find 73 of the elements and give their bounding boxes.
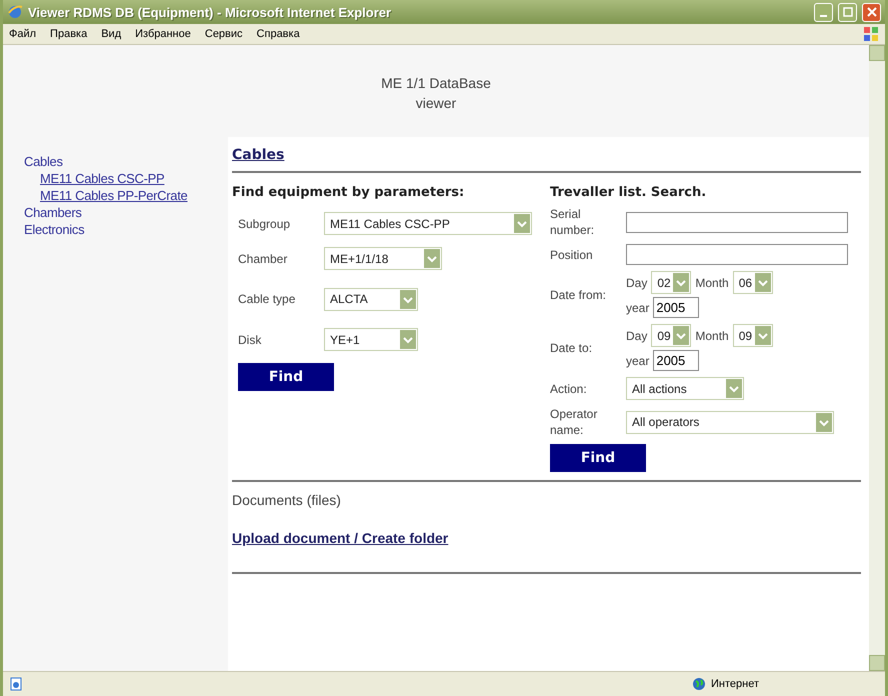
minimize-icon [820,15,827,17]
windows-logo-icon [863,26,879,42]
month-label: Month [695,276,729,290]
chevron-icon [754,273,771,292]
field-label: Date from: [550,286,608,302]
field-label: Operator name: [550,406,598,438]
year-label: year [626,300,650,314]
find-button[interactable]: Find [550,444,646,472]
subgroup-link[interactable]: ME11 Cables PP-PerCrate [24,187,228,204]
close-button[interactable] [862,2,881,22]
chevron-icon [816,412,832,432]
globe-icon [692,677,706,691]
find-button[interactable]: Find [238,363,334,391]
chevron-icon [726,379,742,398]
upload-link[interactable]: Upload document / Create folder [232,530,448,546]
day-dropdown[interactable]: 09 [651,324,692,347]
page-icon [9,677,23,691]
day-label: Day [626,276,648,290]
field-label: Subgroup [238,216,292,232]
documents-heading: Documents (files) [232,492,342,508]
section-heading: Find equipment by parameters: [232,185,466,200]
year-field[interactable]: 2005 [653,350,700,371]
menu-item[interactable]: Вид [101,28,122,40]
chevron-icon [673,326,690,345]
month-dropdown[interactable]: 06 [732,271,773,294]
month-dropdown[interactable]: 09 [732,324,773,347]
zone-label: Интернет [711,678,759,690]
category-item[interactable]: Chambers [24,204,228,221]
menu-item[interactable]: Правка [50,28,88,40]
minimize-button[interactable] [814,2,833,22]
input-field[interactable] [626,212,848,232]
scrollbar[interactable] [869,45,885,671]
field-label: Action: [550,380,588,396]
browser-icon [7,4,23,20]
dropdown[interactable]: YE+1 [324,328,418,351]
field-label: Position [550,246,594,262]
input-field[interactable] [626,244,848,265]
dropdown[interactable]: ME11 Cables CSC-PP [324,212,532,235]
close-icon [866,7,876,17]
window-title: Viewer RDMS DB (Equipment) - Microsoft Internet Explorer [28,4,392,20]
dropdown[interactable]: All operators [626,410,834,434]
dropdown[interactable]: All actions [626,377,744,400]
field-label: Serial number: [550,206,596,238]
menu-item[interactable]: Файл [9,28,36,40]
year-field[interactable]: 2005 [653,297,700,318]
category-item[interactable]: Cables [24,153,228,170]
menu-item[interactable]: Сервис [204,28,243,40]
dropdown[interactable]: ME+1/1/18 [324,247,442,270]
section-link[interactable]: Cables [232,147,284,163]
menu-item[interactable]: Справка [256,28,300,40]
field-label: Date to: [550,340,594,356]
day-label: Day [626,328,648,342]
maximize-button[interactable] [838,2,857,22]
chevron-icon [400,330,416,349]
page-title: viewer [416,94,456,113]
chevron-icon [424,249,440,268]
day-dropdown[interactable]: 02 [651,271,692,294]
maximize-icon [842,7,852,17]
chevron-icon [514,214,530,233]
month-label: Month [695,328,729,342]
section-heading: Trevaller list. Search. [550,185,708,200]
page-title: ME 1/1 DataBase [381,74,491,93]
menu-item[interactable]: Избранное [135,28,191,40]
field-label: Disk [238,332,262,348]
category-item[interactable]: Electronics [24,221,228,238]
field-label: Cable type [238,291,296,307]
chevron-icon [673,273,690,292]
subgroup-link[interactable]: ME11 Cables CSC-PP [24,170,228,187]
field-label: Chamber [238,250,288,266]
dropdown[interactable]: ALCTA [324,288,418,310]
chevron-icon [400,290,416,308]
year-label: year [626,354,650,368]
chevron-icon [754,326,771,345]
